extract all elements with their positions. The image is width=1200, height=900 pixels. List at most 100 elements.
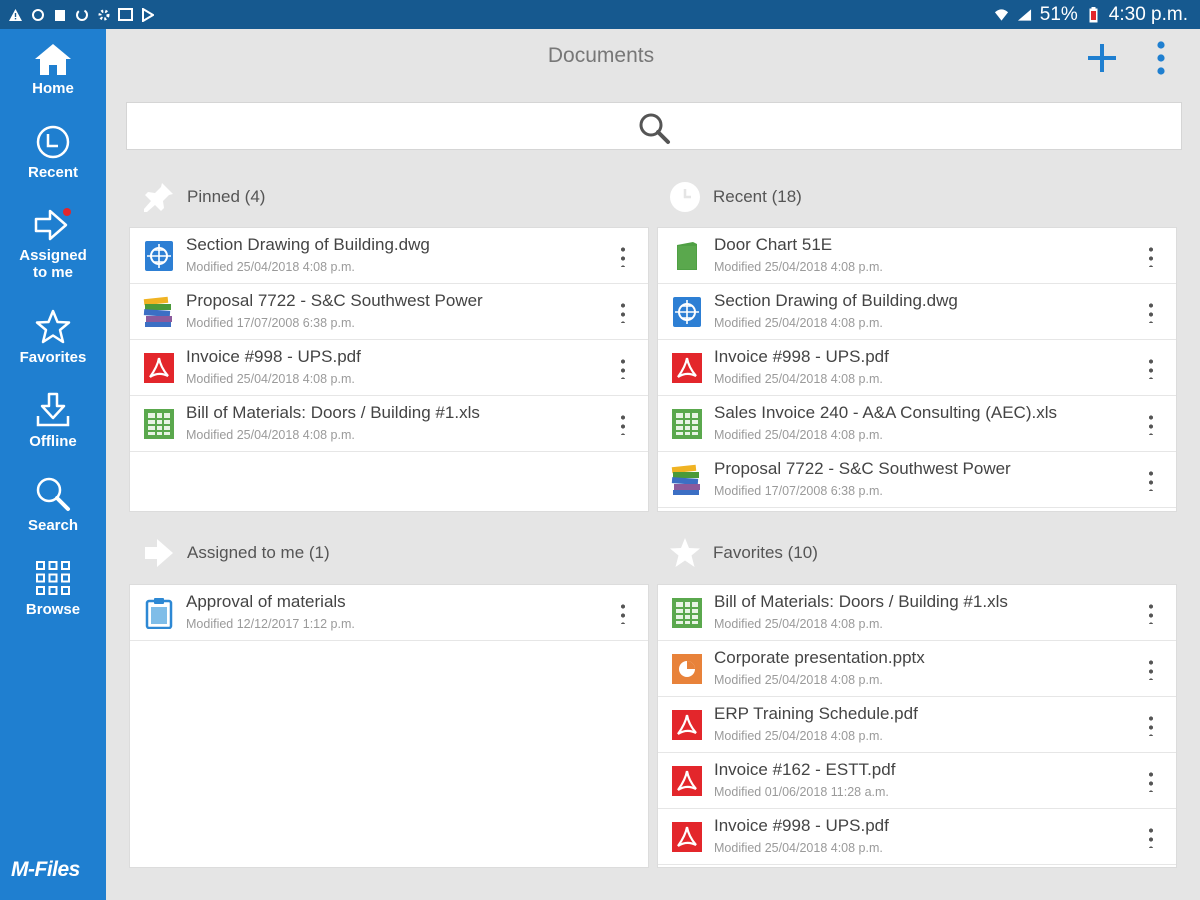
document-collection-icon bbox=[670, 463, 704, 497]
gear-icon bbox=[96, 7, 111, 22]
list-item[interactable]: Invoice #998 - UPS.pdf Modified 25/04/201… bbox=[658, 809, 1176, 865]
list-item[interactable]: Invoice #998 - UPS.pdf Modified 25/04/201… bbox=[658, 340, 1176, 396]
door-object-icon bbox=[670, 239, 704, 273]
nav-item-recent[interactable]: Recent bbox=[0, 124, 106, 181]
item-more-button[interactable] bbox=[1140, 464, 1162, 496]
more-vertical-icon bbox=[621, 245, 625, 267]
item-modified: Modified 25/04/2018 4:08 p.m. bbox=[186, 428, 355, 442]
clipboard-notification-icon bbox=[52, 7, 67, 22]
section-header-pinned: Pinned (4) bbox=[143, 182, 265, 212]
list-item[interactable]: Invoice #998 - UPS.pdf Modified 25/04/201… bbox=[130, 340, 648, 396]
item-more-button[interactable] bbox=[612, 408, 634, 440]
star-icon bbox=[670, 538, 700, 567]
item-title: Invoice #998 - UPS.pdf bbox=[186, 347, 361, 366]
more-vertical-icon bbox=[1157, 41, 1165, 75]
more-vertical-icon bbox=[1149, 413, 1153, 435]
more-vertical-icon bbox=[621, 301, 625, 323]
item-more-button[interactable] bbox=[612, 352, 634, 384]
more-vertical-icon bbox=[1149, 245, 1153, 267]
signal-icon bbox=[1017, 7, 1032, 22]
section-header-favorites: Favorites (10) bbox=[669, 538, 818, 568]
spreadsheet-file-icon bbox=[142, 407, 176, 441]
warning-icon bbox=[8, 7, 23, 22]
item-title: Invoice #998 - UPS.pdf bbox=[714, 347, 889, 366]
item-more-button[interactable] bbox=[612, 240, 634, 272]
more-vertical-icon bbox=[621, 413, 625, 435]
nav-item-search[interactable]: Search bbox=[0, 475, 106, 534]
item-modified: Modified 25/04/2018 4:08 p.m. bbox=[714, 841, 883, 855]
section-title-favorites: Favorites (10) bbox=[713, 543, 818, 562]
section-title-recent: Recent (18) bbox=[713, 187, 802, 206]
item-modified: Modified 01/06/2018 11:28 a.m. bbox=[714, 785, 889, 799]
list-item[interactable]: Corporate presentation.pptx Modified 25/0… bbox=[658, 641, 1176, 697]
item-more-button[interactable] bbox=[1140, 240, 1162, 272]
nav-item-home[interactable]: Home bbox=[0, 42, 106, 97]
item-more-button[interactable] bbox=[1140, 296, 1162, 328]
item-modified: Modified 17/07/2008 6:38 p.m. bbox=[714, 484, 883, 498]
add-button[interactable] bbox=[1085, 41, 1119, 75]
nav-label-favorites: Favorites bbox=[19, 349, 87, 366]
item-more-button[interactable] bbox=[1140, 821, 1162, 853]
item-more-button[interactable] bbox=[612, 597, 634, 629]
item-modified: Modified 25/04/2018 4:08 p.m. bbox=[714, 372, 883, 386]
recent-list: Door Chart 51E Modified 25/04/2018 4:08 p… bbox=[657, 227, 1177, 512]
overflow-menu-button[interactable] bbox=[1150, 40, 1172, 76]
more-vertical-icon bbox=[1149, 826, 1153, 848]
image-icon bbox=[118, 7, 133, 22]
assignment-clipboard-icon bbox=[142, 596, 176, 630]
item-title: Bill of Materials: Doors / Building #1.x… bbox=[186, 403, 480, 422]
item-title: Approval of materials bbox=[186, 592, 346, 611]
item-title: Corporate presentation.pptx bbox=[714, 648, 925, 667]
pdf-file-icon bbox=[670, 764, 704, 798]
item-more-button[interactable] bbox=[1140, 653, 1162, 685]
nav-item-favorites[interactable]: Favorites bbox=[0, 309, 106, 366]
brand-logo: M-Files bbox=[11, 858, 80, 881]
item-modified: Modified 25/04/2018 4:08 p.m. bbox=[714, 260, 883, 274]
list-item[interactable]: Proposal 7722 - S&C Southwest Power Modif… bbox=[658, 452, 1176, 508]
list-item[interactable]: Proposal 7722 - S&C Southwest Power Modif… bbox=[130, 284, 648, 340]
refresh-icon bbox=[74, 7, 89, 22]
list-item[interactable]: Approval of materials Modified 12/12/2017… bbox=[130, 585, 648, 641]
list-item[interactable]: Bill of Materials: Doors / Building #1.x… bbox=[658, 585, 1176, 641]
list-item[interactable]: Section Drawing of Building.dwg Modified … bbox=[658, 284, 1176, 340]
item-title: Bill of Materials: Doors / Building #1.x… bbox=[714, 592, 1008, 611]
item-modified: Modified 25/04/2018 4:08 p.m. bbox=[714, 316, 883, 330]
item-modified: Modified 25/04/2018 4:08 p.m. bbox=[714, 729, 883, 743]
item-title: Section Drawing of Building.dwg bbox=[714, 291, 958, 310]
nav-item-browse[interactable]: Browse bbox=[0, 559, 106, 618]
sync-icon bbox=[30, 7, 45, 22]
item-more-button[interactable] bbox=[1140, 352, 1162, 384]
spreadsheet-file-icon bbox=[670, 407, 704, 441]
item-title: Invoice #998 - UPS.pdf bbox=[714, 816, 889, 835]
clock-icon bbox=[670, 182, 700, 212]
list-item[interactable]: Section Drawing of Building.dwg Modified … bbox=[130, 228, 648, 284]
item-more-button[interactable] bbox=[612, 296, 634, 328]
more-vertical-icon bbox=[1149, 357, 1153, 379]
nav-item-offline[interactable]: Offline bbox=[0, 391, 106, 450]
nav-label-recent: Recent bbox=[27, 164, 79, 181]
plus-icon bbox=[1088, 44, 1116, 72]
item-more-button[interactable] bbox=[1140, 709, 1162, 741]
item-title: Sales Invoice 240 - A&A Consulting (AEC)… bbox=[714, 403, 1057, 422]
battery-icon bbox=[1086, 6, 1101, 22]
section-header-assigned: Assigned to me (1) bbox=[143, 538, 330, 568]
list-item[interactable]: Door Chart 51E Modified 25/04/2018 4:08 p… bbox=[658, 228, 1176, 284]
status-notifications bbox=[8, 7, 155, 22]
search-icon bbox=[639, 113, 670, 144]
list-item[interactable]: Bill of Materials: Doors / Building #1.x… bbox=[130, 396, 648, 452]
item-more-button[interactable] bbox=[1140, 408, 1162, 440]
item-more-button[interactable] bbox=[1140, 597, 1162, 629]
assigned-arrow-icon bbox=[34, 208, 71, 241]
list-item[interactable]: Invoice #162 - ESTT.pdf Modified 01/06/20… bbox=[658, 753, 1176, 809]
more-vertical-icon bbox=[621, 357, 625, 379]
nav-item-assigned[interactable]: Assigned to me bbox=[0, 207, 106, 281]
play-store-icon bbox=[140, 7, 155, 22]
spreadsheet-file-icon bbox=[670, 596, 704, 630]
item-more-button[interactable] bbox=[1140, 765, 1162, 797]
search-input[interactable] bbox=[126, 102, 1182, 150]
list-item[interactable]: ERP Training Schedule.pdf Modified 25/04/… bbox=[658, 697, 1176, 753]
pin-icon bbox=[144, 183, 173, 212]
section-title-assigned: Assigned to me (1) bbox=[187, 543, 330, 562]
item-title: Proposal 7722 - S&C Southwest Power bbox=[714, 459, 1011, 478]
list-item[interactable]: Sales Invoice 240 - A&A Consulting (AEC)… bbox=[658, 396, 1176, 452]
